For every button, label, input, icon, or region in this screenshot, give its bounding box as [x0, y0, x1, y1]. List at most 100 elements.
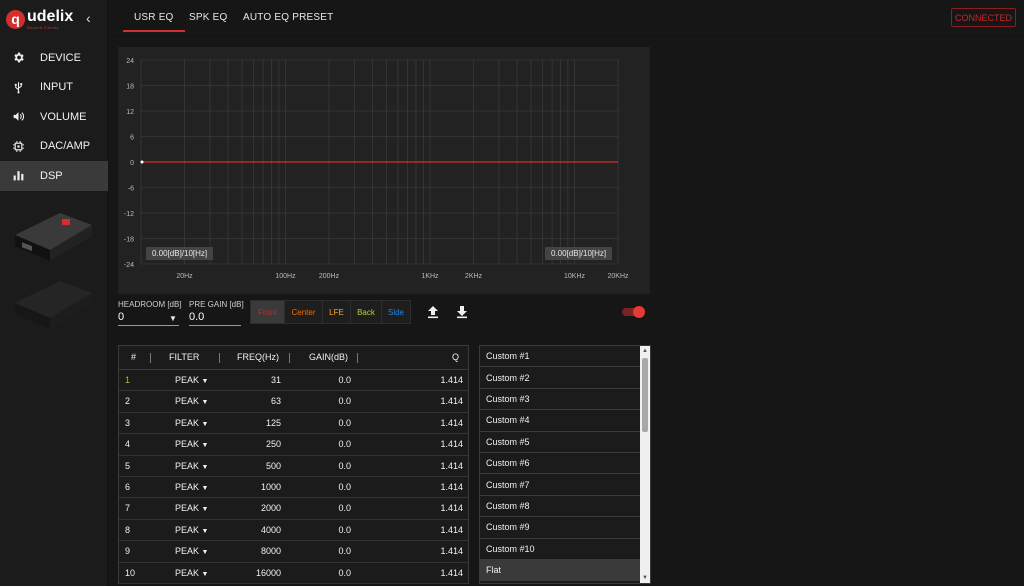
- freq-cell[interactable]: 63: [271, 396, 281, 406]
- chevron-down-icon: ▼: [201, 399, 209, 407]
- channel-back[interactable]: Back: [351, 301, 382, 323]
- filter-type-select[interactable]: PEAK ▼: [175, 503, 208, 513]
- gain-cell[interactable]: 0.0: [338, 482, 351, 492]
- gain-cell[interactable]: 0.0: [338, 418, 351, 428]
- filter-type-select[interactable]: PEAK ▼: [175, 461, 208, 471]
- preset-item[interactable]: Custom #1: [480, 346, 641, 368]
- download-icon[interactable]: [455, 305, 469, 319]
- table-row[interactable]: 4 PEAK ▼ 250 0.0 1.414: [119, 434, 468, 456]
- eq-curve-handle[interactable]: [140, 160, 144, 164]
- q-cell[interactable]: 1.414: [440, 503, 463, 513]
- channel-label: Front: [258, 307, 277, 317]
- table-row[interactable]: 6 PEAK ▼ 1000 0.0 1.414: [119, 477, 468, 499]
- scroll-down-icon[interactable]: ▼: [640, 573, 650, 583]
- freq-cell[interactable]: 8000: [261, 546, 281, 556]
- freq-cell[interactable]: 4000: [261, 525, 281, 535]
- y-tick-label: -18: [124, 237, 134, 244]
- top-tab-bar: USR EQ SPK EQ AUTO EQ PRESET CONNECTED: [108, 0, 1024, 37]
- gain-cell[interactable]: 0.0: [338, 525, 351, 535]
- table-row[interactable]: 8 PEAK ▼ 4000 0.0 1.414: [119, 520, 468, 542]
- channel-side[interactable]: Side: [382, 301, 410, 323]
- gain-cell[interactable]: 0.0: [338, 503, 351, 513]
- table-row[interactable]: 10 PEAK ▼ 16000 0.0 1.414: [119, 563, 468, 584]
- freq-cell[interactable]: 2000: [261, 503, 281, 513]
- y-tick-label: -6: [128, 186, 134, 193]
- gain-cell[interactable]: 0.0: [338, 546, 351, 556]
- preset-item[interactable]: Custom #6: [480, 453, 641, 475]
- filter-type-value: PEAK: [175, 396, 200, 407]
- freq-cell[interactable]: 500: [266, 461, 281, 471]
- gain-cell[interactable]: 0.0: [338, 375, 351, 385]
- table-row[interactable]: 1 PEAK ▼ 31 0.0 1.414: [119, 370, 468, 392]
- table-row[interactable]: 9 PEAK ▼ 8000 0.0 1.414: [119, 541, 468, 563]
- scroll-thumb[interactable]: [642, 358, 648, 432]
- tab-spk-eq[interactable]: SPK EQ: [189, 12, 227, 23]
- preset-item[interactable]: Custom #10: [480, 539, 641, 560]
- channel-center[interactable]: Center: [285, 301, 323, 323]
- q-cell[interactable]: 1.414: [440, 525, 463, 535]
- gain-cell[interactable]: 0.0: [338, 461, 351, 471]
- sidebar-item-dsp[interactable]: DSP: [0, 161, 108, 191]
- channel-lfe[interactable]: LFE: [323, 301, 351, 323]
- filter-type-select[interactable]: PEAK ▼: [175, 568, 208, 578]
- q-cell[interactable]: 1.414: [440, 461, 463, 471]
- freq-cell[interactable]: 31: [271, 375, 281, 385]
- gain-cell[interactable]: 0.0: [338, 568, 351, 578]
- q-cell[interactable]: 1.414: [440, 439, 463, 449]
- channel-front[interactable]: Front: [251, 301, 285, 323]
- q-cell[interactable]: 1.414: [440, 546, 463, 556]
- preset-scrollbar[interactable]: ▲ ▼: [640, 346, 650, 583]
- q-cell[interactable]: 1.414: [440, 418, 463, 428]
- logo-brand: udelix: [27, 7, 74, 25]
- q-cell[interactable]: 1.414: [440, 482, 463, 492]
- preset-item[interactable]: Custom #8: [480, 496, 641, 518]
- filter-type-select[interactable]: PEAK ▼: [175, 546, 208, 556]
- sidebar-item-dac-amp[interactable]: DAC/AMP: [0, 132, 108, 162]
- freq-cell[interactable]: 16000: [256, 568, 281, 578]
- gain-cell[interactable]: 0.0: [338, 396, 351, 406]
- filter-type-select[interactable]: PEAK ▼: [175, 375, 208, 385]
- filter-type-select[interactable]: PEAK ▼: [175, 525, 208, 535]
- tab-auto-eq-preset[interactable]: AUTO EQ PRESET: [243, 12, 333, 23]
- table-row[interactable]: 5 PEAK ▼ 500 0.0 1.414: [119, 456, 468, 477]
- y-tick-label: -24: [124, 262, 134, 269]
- table-row[interactable]: 2 PEAK ▼ 63 0.0 1.414: [119, 391, 468, 413]
- filter-type-select[interactable]: PEAK ▼: [175, 396, 208, 406]
- filter-type-select[interactable]: PEAK ▼: [175, 439, 208, 449]
- freq-cell[interactable]: 125: [266, 418, 281, 428]
- table-row[interactable]: 7 PEAK ▼ 2000 0.0 1.414: [119, 498, 468, 520]
- q-cell[interactable]: 1.414: [440, 568, 463, 578]
- eq-graph[interactable]: 24 18 12 6 0 -6 -12 -18 -24 20Hz 100Hz 200Hz 1KHz 2KH…: [118, 47, 650, 294]
- gain-cell[interactable]: 0.0: [338, 439, 351, 449]
- channel-selector: Front Center LFE Back Side: [250, 300, 411, 324]
- sidebar-item-device[interactable]: DEVICE: [0, 43, 108, 73]
- preset-item[interactable]: Flat: [480, 559, 641, 582]
- chevron-down-icon: ▼: [201, 420, 209, 428]
- upload-icon[interactable]: [426, 305, 440, 319]
- preset-item[interactable]: Custom #9: [480, 517, 641, 539]
- preset-item[interactable]: Custom #2: [480, 367, 641, 389]
- collapse-sidebar-icon[interactable]: ‹: [86, 10, 91, 26]
- preset-item[interactable]: Custom #7: [480, 474, 641, 496]
- scroll-up-icon[interactable]: ▲: [640, 346, 650, 356]
- headroom-dropdown-icon[interactable]: ▼: [169, 314, 177, 323]
- freq-cell[interactable]: 250: [266, 439, 281, 449]
- sidebar-item-input[interactable]: INPUT: [0, 73, 108, 103]
- filter-type-select[interactable]: PEAK ▼: [175, 418, 208, 428]
- filter-type-value: PEAK: [175, 481, 200, 492]
- pregain-input[interactable]: 0.0: [189, 311, 241, 326]
- preset-item[interactable]: Custom #4: [480, 410, 641, 432]
- row-index: 8: [125, 524, 131, 535]
- preset-list: Custom #1 Custom #2 Custom #3 Custom #4 Cust…: [479, 345, 651, 584]
- freq-cell[interactable]: 1000: [261, 482, 281, 492]
- filter-type-select[interactable]: PEAK ▼: [175, 482, 208, 492]
- y-tick-label: 18: [126, 84, 134, 91]
- eq-enable-toggle[interactable]: [622, 306, 646, 318]
- preset-item[interactable]: Custom #3: [480, 389, 641, 411]
- sidebar-item-volume[interactable]: VOLUME: [0, 102, 108, 132]
- table-row[interactable]: 3 PEAK ▼ 125 0.0 1.414: [119, 413, 468, 435]
- tab-usr-eq[interactable]: USR EQ: [123, 12, 184, 32]
- preset-item[interactable]: Custom #5: [480, 432, 641, 453]
- q-cell[interactable]: 1.414: [440, 396, 463, 406]
- q-cell[interactable]: 1.414: [440, 375, 463, 385]
